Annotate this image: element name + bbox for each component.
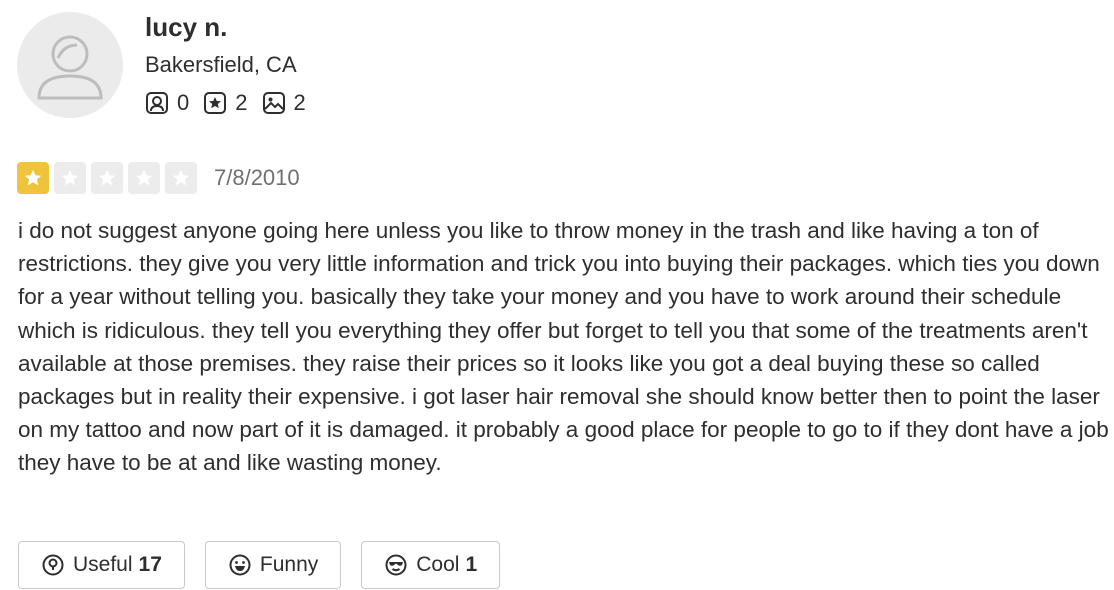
star-filled [17,162,49,194]
funny-button[interactable]: Funny [204,541,342,589]
photos-count: 2 [293,90,306,115]
star-empty [54,162,86,194]
star-icon [135,169,153,186]
user-location: Bakersfield, CA [145,52,297,77]
photo-icon [262,92,285,114]
star-empty [128,162,160,194]
star-icon [24,169,42,186]
star-rating: 7/8/2010 [17,162,300,194]
user-name[interactable]: lucy n. [145,12,227,43]
friends-stat: 0 [145,90,189,116]
star-empty [165,162,197,194]
cool-button[interactable]: Cool 1 [361,541,501,589]
useful-button[interactable]: Useful 17 [18,541,185,589]
friends-count: 0 [177,90,190,115]
review-text: i do not suggest anyone going here unles… [18,218,1109,476]
cool-count: 1 [465,553,478,576]
star-icon [98,169,116,186]
funny-label: Funny [259,553,319,576]
sunglasses-face-icon [385,554,407,576]
useful-label: Useful [73,553,133,576]
funny-face-icon [229,554,251,576]
default-avatar-icon [37,35,103,100]
review-actions: Useful 17 Funny Cool 1 [18,541,520,589]
star-empty [91,162,123,194]
star-icon [172,169,190,186]
lightbulb-icon [42,554,64,576]
reviews-count: 2 [235,90,248,115]
user-avatar[interactable] [17,12,123,118]
star-icon [61,169,79,186]
photos-stat: 2 [262,90,306,116]
useful-count: 17 [138,553,162,576]
friends-icon [146,92,168,114]
review-star-icon [204,92,227,114]
cool-label: Cool [416,553,460,576]
review-date: 7/8/2010 [214,165,300,190]
reviews-stat: 2 [203,90,248,116]
user-stats: 0 2 2 [145,90,320,116]
stars-group [17,162,202,194]
